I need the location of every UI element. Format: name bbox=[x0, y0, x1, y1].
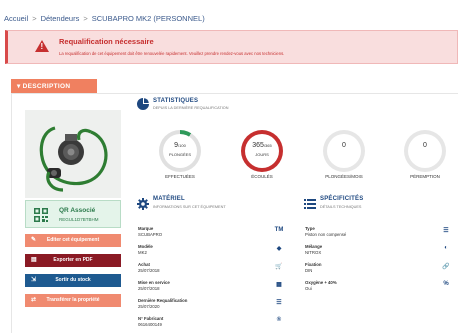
specs-title: SPÉCIFICITÉS bbox=[320, 196, 364, 202]
specs-field-label: Type bbox=[305, 226, 315, 231]
material-field-value: MK2 bbox=[138, 250, 147, 255]
material-field-icon: ▦ bbox=[276, 282, 282, 288]
qr-code-value: REGUL1D7BTBHM bbox=[59, 217, 99, 222]
specs-field-value: DIN bbox=[305, 268, 313, 273]
section-divider bbox=[11, 93, 458, 94]
qr-associated-card[interactable]: QR Associé REGUL1D7BTBHM bbox=[25, 200, 121, 228]
alert-title: Requalification nécessaire bbox=[59, 37, 154, 46]
stat-gauge: 0 bbox=[404, 130, 446, 172]
stat-gauge-value: 365/365 bbox=[252, 142, 272, 149]
breadcrumb-separator: > bbox=[83, 14, 88, 23]
material-field-value: 25/07/2018 bbox=[138, 268, 160, 273]
material-field-label: Marque bbox=[138, 226, 154, 231]
stat-gauge-value: 0 bbox=[423, 142, 427, 149]
statistics-title: STATISTIQUES bbox=[153, 98, 199, 104]
qr-title: QR Associé bbox=[59, 207, 96, 214]
stat-gauge-unit: JOURS bbox=[255, 152, 269, 157]
stat-gauge-value: 0 bbox=[342, 142, 346, 149]
stat-gauge-max: /365 bbox=[263, 143, 272, 148]
edit-equipment-label: Editer cet équipement bbox=[46, 237, 100, 243]
pie-chart-icon bbox=[137, 98, 149, 110]
material-field-label: Mise en service bbox=[138, 280, 170, 285]
breadcrumb-separator: > bbox=[32, 14, 37, 23]
material-field-value: 25/07/2018 bbox=[138, 286, 160, 291]
specs-field-value: NITROX bbox=[305, 250, 322, 255]
material-field-icon: ® bbox=[276, 317, 282, 323]
material-field-icon: 🛒 bbox=[275, 264, 283, 270]
statistics-subtitle: DEPUIS LA DERNIÈRE REQUALIFICATION bbox=[153, 106, 229, 110]
alert-message: La requalification de cet équipement doi… bbox=[59, 51, 285, 56]
description-section-tab[interactable]: ▾ DESCRIPTION bbox=[11, 79, 97, 93]
edit-icon: ✎ bbox=[31, 237, 37, 243]
stat-gauge-value: 9/100 bbox=[174, 142, 186, 149]
stat-gauge: 0 bbox=[323, 130, 365, 172]
qr-code-icon bbox=[34, 208, 48, 222]
section-left-border bbox=[11, 93, 12, 333]
transfer-ownership-label: Transférer la propriété bbox=[46, 297, 100, 303]
warning-icon bbox=[35, 40, 49, 52]
stat-gauge-label: EFFECTUÉES bbox=[165, 174, 195, 179]
stat-gauge-unit: PLONGÉES bbox=[168, 152, 191, 157]
specs-field-label: Oxygène + 40% bbox=[305, 280, 337, 285]
stat-gauge-label: PLONGÉES/MOIS bbox=[325, 174, 363, 179]
breadcrumb: Accueil > Détendeurs > SCUBAPRO MK2 (PER… bbox=[4, 14, 205, 23]
remove-from-stock-button[interactable]: ⇲ Sortir du stock bbox=[25, 274, 121, 287]
material-title: MATÉRIEL bbox=[153, 196, 185, 202]
specs-field-label: Mélange bbox=[305, 244, 323, 249]
exit-icon: ⇲ bbox=[31, 277, 37, 283]
material-field-value: 0616400149 bbox=[138, 322, 162, 327]
specs-field-icon: % bbox=[443, 281, 449, 287]
material-field-icon: ◆ bbox=[276, 246, 282, 252]
material-field-icon: ☰ bbox=[276, 300, 282, 306]
requalification-alert: Requalification nécessaire La requalific… bbox=[5, 30, 458, 64]
specs-field-icon: ☰ bbox=[443, 228, 449, 234]
equipment-photo bbox=[25, 110, 121, 198]
specs-field-value: Piston non compensé bbox=[305, 232, 347, 237]
transfer-ownership-button[interactable]: ⇄ Transférer la propriété bbox=[25, 294, 121, 307]
breadcrumb-home-link[interactable]: Accueil bbox=[4, 14, 28, 23]
breadcrumb-current: SCUBAPRO MK2 (PERSONNEL) bbox=[91, 14, 205, 23]
material-field-label: N° Fabricant bbox=[138, 316, 164, 321]
stat-gauge: 9/100 PLONGÉES bbox=[159, 130, 201, 172]
specs-field-label: Fixation bbox=[305, 262, 322, 267]
stat-gauge-label: ÉCOULÉS bbox=[251, 174, 273, 179]
specs-field-icon: ◐ bbox=[444, 245, 448, 251]
gear-icon bbox=[137, 198, 149, 210]
edit-equipment-button[interactable]: ✎ Editer cet équipement bbox=[25, 234, 121, 247]
stat-gauge: 365/365 JOURS bbox=[241, 130, 283, 172]
export-pdf-label: Exporter en PDF bbox=[53, 257, 93, 263]
list-icon bbox=[304, 199, 316, 209]
breadcrumb-holders-link[interactable]: Détendeurs bbox=[41, 14, 80, 23]
material-subtitle: INFORMATIONS SUR CET ÉQUIPEMENT bbox=[153, 205, 226, 209]
stat-gauge-label: PÉREMPTION bbox=[410, 174, 440, 179]
specs-field-value: Oui bbox=[305, 286, 312, 291]
material-field-icon: TM bbox=[274, 227, 284, 233]
remove-from-stock-label: Sortir du stock bbox=[55, 277, 91, 283]
material-field-label: Modèle bbox=[138, 244, 153, 249]
specs-field-icon: 🔗 bbox=[442, 264, 450, 270]
export-pdf-button[interactable]: ▤ Exporter en PDF bbox=[25, 254, 121, 267]
material-field-label: Achat bbox=[138, 262, 150, 267]
stat-gauge-max: /100 bbox=[178, 143, 186, 148]
material-field-value: 25/07/2020 bbox=[138, 304, 160, 309]
material-field-label: Dernière Requalification bbox=[138, 298, 188, 303]
specs-subtitle: DÉTAILS TECHNIQUES bbox=[320, 205, 362, 209]
material-field-value: SCUBAPRO bbox=[138, 232, 163, 237]
document-icon: ▤ bbox=[31, 257, 37, 263]
transfer-icon: ⇄ bbox=[31, 297, 37, 303]
